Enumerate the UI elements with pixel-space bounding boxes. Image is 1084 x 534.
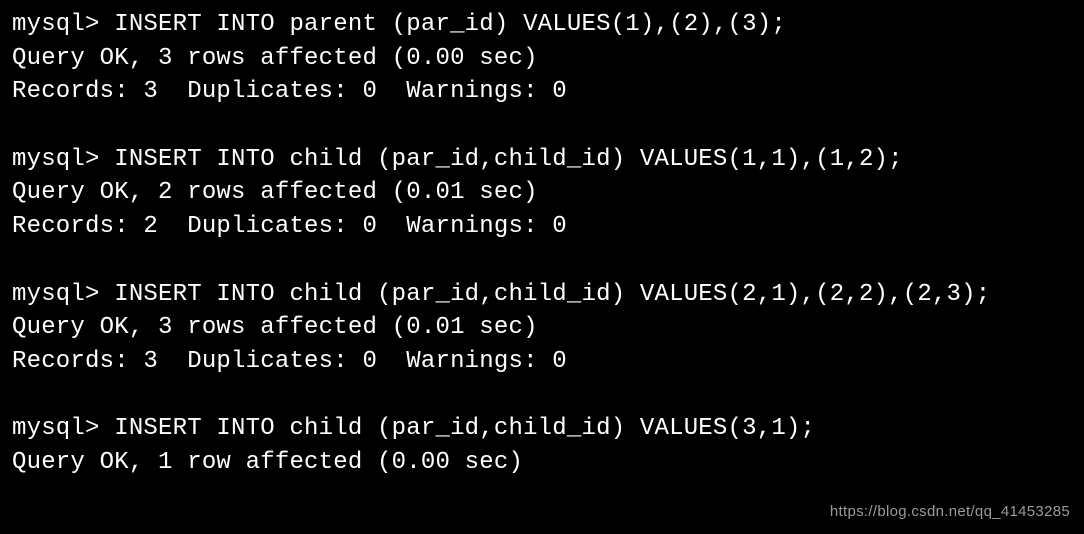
command-line: mysql> INSERT INTO parent (par_id) VALUE… <box>12 8 1072 42</box>
query-block: mysql> INSERT INTO parent (par_id) VALUE… <box>12 8 1072 109</box>
result-line: Query OK, 2 rows affected (0.01 sec) <box>12 176 1072 210</box>
stats-line: Records: 3 Duplicates: 0 Warnings: 0 <box>12 75 1072 109</box>
sql-command: INSERT INTO child (par_id,child_id) VALU… <box>114 146 903 173</box>
command-line: mysql> INSERT INTO child (par_id,child_i… <box>12 143 1072 177</box>
terminal-output: mysql> INSERT INTO parent (par_id) VALUE… <box>12 8 1072 480</box>
mysql-prompt: mysql> <box>12 11 114 38</box>
stats-line: Records: 3 Duplicates: 0 Warnings: 0 <box>12 345 1072 379</box>
result-line: Query OK, 1 row affected (0.00 sec) <box>12 446 1072 480</box>
sql-command: INSERT INTO child (par_id,child_id) VALU… <box>114 281 990 308</box>
watermark-text: https://blog.csdn.net/qq_41453285 <box>830 501 1070 522</box>
sql-command: INSERT INTO child (par_id,child_id) VALU… <box>114 415 815 442</box>
result-line: Query OK, 3 rows affected (0.00 sec) <box>12 42 1072 76</box>
mysql-prompt: mysql> <box>12 281 114 308</box>
result-line: Query OK, 3 rows affected (0.01 sec) <box>12 311 1072 345</box>
command-line: mysql> INSERT INTO child (par_id,child_i… <box>12 278 1072 312</box>
stats-line: Records: 2 Duplicates: 0 Warnings: 0 <box>12 210 1072 244</box>
query-block: mysql> INSERT INTO child (par_id,child_i… <box>12 278 1072 379</box>
command-line: mysql> INSERT INTO child (par_id,child_i… <box>12 412 1072 446</box>
query-block: mysql> INSERT INTO child (par_id,child_i… <box>12 412 1072 479</box>
mysql-prompt: mysql> <box>12 146 114 173</box>
query-block: mysql> INSERT INTO child (par_id,child_i… <box>12 143 1072 244</box>
mysql-prompt: mysql> <box>12 415 114 442</box>
sql-command: INSERT INTO parent (par_id) VALUES(1),(2… <box>114 11 786 38</box>
